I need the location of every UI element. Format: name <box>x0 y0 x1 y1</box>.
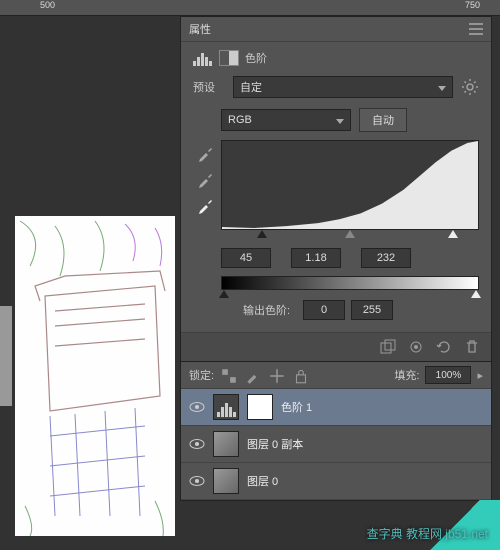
output-black-input[interactable] <box>303 300 345 320</box>
output-row: 输出色阶: <box>243 300 479 320</box>
mask-icon <box>219 50 239 66</box>
lock-row: 锁定: 填充: ▸ <box>181 362 491 389</box>
output-white-input[interactable] <box>351 300 393 320</box>
midtones-input[interactable] <box>291 248 341 268</box>
ruler-tick: 750 <box>465 0 480 10</box>
auto-button[interactable]: 自动 <box>359 108 407 132</box>
layer-thumbnail[interactable] <box>213 468 239 494</box>
reset-icon[interactable] <box>435 339 453 355</box>
gear-icon[interactable] <box>461 78 479 96</box>
eyedropper-group <box>197 140 215 230</box>
lock-transparent-icon[interactable] <box>220 367 238 383</box>
lock-pixels-icon[interactable] <box>244 367 262 383</box>
layer-name: 图层 0 <box>247 473 278 489</box>
visibility-icon[interactable] <box>189 400 205 414</box>
chevron-down-icon[interactable]: ▸ <box>477 369 483 382</box>
layer-row-levels[interactable]: 色阶 1 <box>181 389 491 426</box>
preset-select[interactable]: 自定 <box>233 76 453 98</box>
layer-row-base[interactable]: 图层 0 <box>181 463 491 500</box>
preset-label: 预设 <box>193 79 225 95</box>
layers-panel: 锁定: 填充: ▸ 色阶 1 图层 0 副本 图层 0 <box>181 361 491 500</box>
visibility-icon[interactable] <box>189 474 205 488</box>
midtone-slider-handle[interactable] <box>345 230 355 238</box>
horizontal-ruler: 500 750 <box>0 0 500 16</box>
output-label: 输出色阶: <box>243 302 297 318</box>
input-values-row <box>221 248 479 268</box>
layer-name: 色阶 1 <box>281 399 312 415</box>
properties-panel: 属性 色阶 预设 自定 RGB 自动 <box>180 16 492 501</box>
preset-row: 预设 自定 <box>193 76 479 98</box>
histogram-area <box>197 140 479 230</box>
clip-to-layer-icon[interactable] <box>379 339 397 355</box>
eyedropper-black-icon[interactable] <box>197 144 215 162</box>
fill-input[interactable] <box>425 366 471 384</box>
watermark: 查字典 教程网 jb51.net <box>367 525 488 542</box>
channel-select[interactable]: RGB <box>221 109 351 131</box>
adjustment-title: 色阶 <box>245 50 267 66</box>
trash-icon[interactable] <box>463 339 481 355</box>
fill-label: 填充: <box>394 367 419 383</box>
lock-position-icon[interactable] <box>268 367 286 383</box>
visibility-icon[interactable] <box>189 437 205 451</box>
adjustment-thumbnail[interactable] <box>213 394 239 420</box>
ruler-tick: 500 <box>40 0 55 10</box>
levels-icon <box>193 50 213 66</box>
panel-menu-icon[interactable] <box>469 23 483 35</box>
view-previous-icon[interactable] <box>407 339 425 355</box>
channel-row: RGB 自动 <box>221 108 479 132</box>
layer-name: 图层 0 副本 <box>247 436 303 452</box>
channel-value: RGB <box>228 114 252 126</box>
panel-tab-properties[interactable]: 属性 <box>189 21 211 37</box>
adjustment-title-row: 色阶 <box>193 50 479 66</box>
document-canvas[interactable] <box>15 216 175 536</box>
eyedropper-gray-icon[interactable] <box>197 170 215 188</box>
highlights-input[interactable] <box>361 248 411 268</box>
output-gradient[interactable] <box>221 276 479 290</box>
histogram[interactable] <box>221 140 479 230</box>
output-white-handle[interactable] <box>471 290 481 298</box>
canvas-area[interactable] <box>0 16 180 550</box>
mask-thumbnail[interactable] <box>247 394 273 420</box>
shadows-input[interactable] <box>221 248 271 268</box>
eyedropper-white-icon[interactable] <box>197 196 215 214</box>
scrollbar-placeholder <box>0 306 12 406</box>
highlight-slider-handle[interactable] <box>448 230 458 238</box>
layer-row-copy[interactable]: 图层 0 副本 <box>181 426 491 463</box>
lock-all-icon[interactable] <box>292 367 310 383</box>
panel-header: 属性 <box>181 17 491 42</box>
input-slider-track[interactable] <box>221 230 479 242</box>
lock-label: 锁定: <box>189 367 214 383</box>
shadow-slider-handle[interactable] <box>257 230 267 238</box>
panel-footer <box>181 332 491 361</box>
output-black-handle[interactable] <box>219 290 229 298</box>
layer-thumbnail[interactable] <box>213 431 239 457</box>
preset-value: 自定 <box>240 79 262 95</box>
